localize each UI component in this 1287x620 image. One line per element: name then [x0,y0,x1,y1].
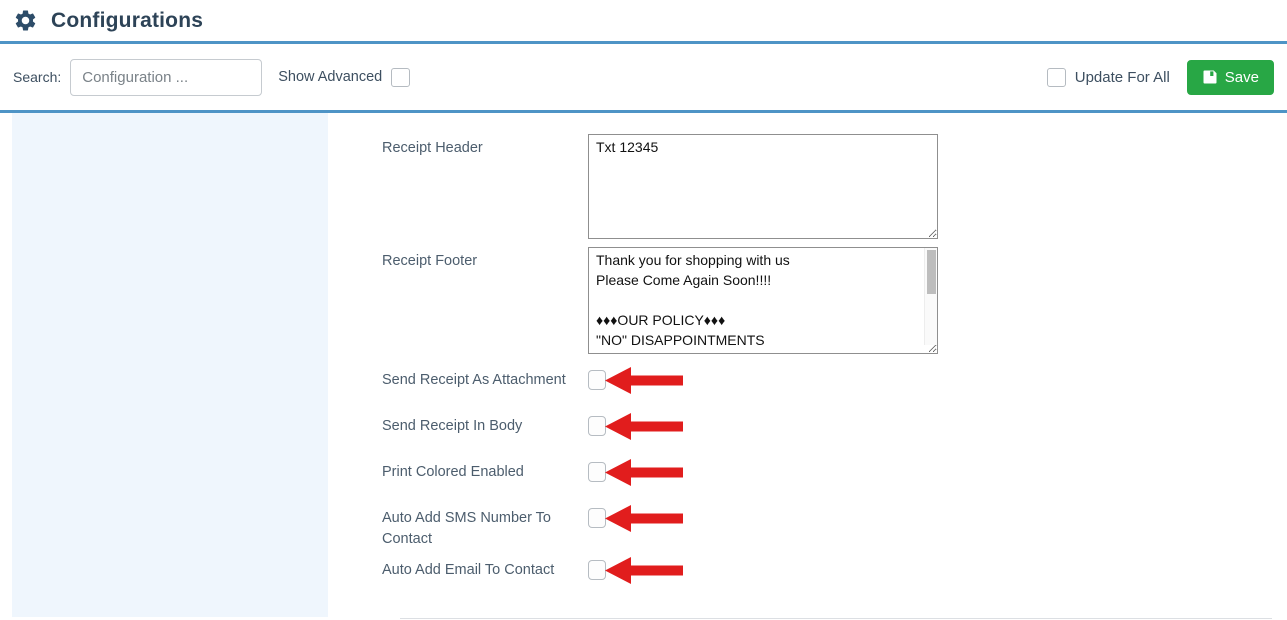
save-button[interactable]: Save [1187,60,1274,95]
receipt-header-row: Receipt Header Txt 12345 [382,134,1287,239]
toolbar: Search: Show Advanced Update For All Sav… [0,44,1287,110]
toggle-row-auto-add-email-to-contact: Auto Add Email To Contact [382,560,1287,606]
update-for-all-label: Update For All [1075,69,1170,86]
auto-add-email-to-contact-checkbox[interactable] [588,560,606,580]
red-arrow-annotation [605,459,683,486]
toggle-row-auto-add-sms-number-to-contact: Auto Add SMS Number To Contact [382,508,1287,560]
search-label: Search: [13,69,61,85]
floppy-disk-icon [1202,69,1218,85]
receipt-footer-wrap: Thank you for shopping with us Please Co… [588,247,938,359]
save-button-label: Save [1225,69,1259,86]
update-for-all-checkbox[interactable] [1047,68,1066,87]
toggle-row-send-receipt-in-body: Send Receipt In Body [382,416,1287,462]
receipt-footer-textarea[interactable]: Thank you for shopping with us Please Co… [588,247,938,354]
page-header: Configurations [0,0,1287,41]
toggle-row-send-receipt-as-attachment: Send Receipt As Attachment [382,370,1287,416]
toggle-row-print-colored-enabled: Print Colored Enabled [382,462,1287,508]
red-arrow-annotation [605,413,683,440]
toggle-label: Send Receipt In Body [382,416,568,437]
search-input[interactable] [70,59,262,96]
show-advanced-label: Show Advanced [278,69,382,85]
toolbar-right: Update For All Save [1047,60,1274,95]
section-divider [400,618,1272,619]
auto-add-sms-number-to-contact-checkbox[interactable] [588,508,606,528]
print-colored-enabled-checkbox[interactable] [588,462,606,482]
content-area: Receipt Header Txt 12345 Receipt Footer … [0,113,1287,617]
red-arrow-annotation [605,505,683,532]
gear-icon [13,8,38,33]
toggle-label: Send Receipt As Attachment [382,370,568,391]
red-arrow-annotation [605,557,683,584]
show-advanced-checkbox[interactable] [391,68,410,87]
red-arrow-annotation [605,367,683,394]
send-receipt-in-body-checkbox[interactable] [588,416,606,436]
scrollbar-thumb[interactable] [927,250,936,294]
textarea-scrollbar[interactable] [924,248,937,345]
toggle-label: Auto Add Email To Contact [382,560,568,581]
page-title: Configurations [51,9,203,33]
toggle-label: Auto Add SMS Number To Contact [382,508,568,550]
receipt-header-textarea[interactable]: Txt 12345 [588,134,938,239]
send-receipt-as-attachment-checkbox[interactable] [588,370,606,390]
receipt-footer-row: Receipt Footer Thank you for shopping wi… [382,247,1287,359]
toggle-label: Print Colored Enabled [382,462,568,483]
receipt-header-label: Receipt Header [382,134,588,239]
config-form: Receipt Header Txt 12345 Receipt Footer … [328,113,1287,617]
toggle-list: Send Receipt As Attachment Send Receipt … [382,370,1287,606]
config-sidebar [12,113,328,617]
receipt-footer-label: Receipt Footer [382,247,588,359]
